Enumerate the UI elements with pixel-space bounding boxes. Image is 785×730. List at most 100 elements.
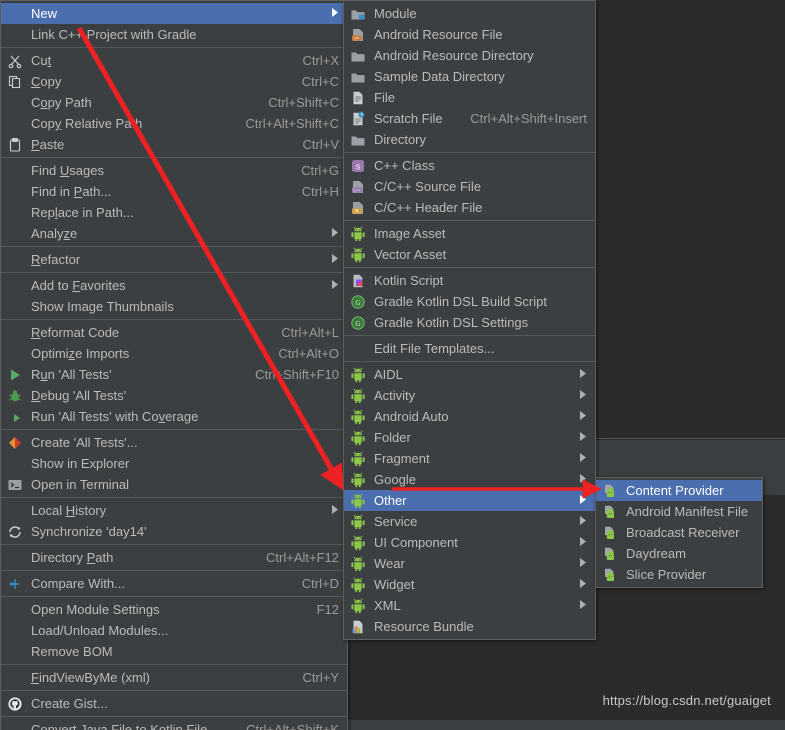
menu-separator [1, 497, 347, 498]
new-item-vector-asset[interactable]: Vector Asset [344, 244, 595, 265]
svg-text:G: G [355, 299, 360, 307]
other-item-slice-provider[interactable]: Slice Provider [596, 564, 762, 585]
menu-item-label: Android Auto [374, 409, 449, 424]
new-item-aidl[interactable]: AIDL [344, 364, 595, 385]
no-icon [5, 6, 25, 22]
new-item-file[interactable]: File [344, 87, 595, 108]
context-item-debug-all-tests[interactable]: Debug 'All Tests' [1, 385, 347, 406]
menu-item-label: Compare With... [31, 576, 125, 591]
context-item-link-c-project-with-gradle[interactable]: Link C++ Project with Gradle [1, 24, 347, 45]
menu-separator [1, 570, 347, 571]
context-item-show-image-thumbnails[interactable]: Show Image Thumbnails [1, 296, 347, 317]
menu-item-label: Local History [31, 503, 107, 518]
new-item-kotlin-script[interactable]: Kotlin Script [344, 270, 595, 291]
new-item-c-class[interactable]: S C++ Class [344, 155, 595, 176]
context-item-findviewbyme-xml[interactable]: FindViewByMe (xml) Ctrl+Y [1, 667, 347, 688]
new-item-activity[interactable]: Activity [344, 385, 595, 406]
context-item-copy[interactable]: Copy Ctrl+C [1, 71, 347, 92]
context-item-replace-in-path[interactable]: Replace in Path... [1, 202, 347, 223]
context-item-optimize-imports[interactable]: Optimize Imports Ctrl+Alt+O [1, 343, 347, 364]
context-item-reformat-code[interactable]: Reformat Code Ctrl+Alt+L [1, 322, 347, 343]
new-item-xml[interactable]: XML [344, 595, 595, 616]
no-icon [5, 602, 25, 618]
new-item-android-resource-file[interactable]: <> Android Resource File [344, 24, 595, 45]
context-item-show-in-explorer[interactable]: Show in Explorer [1, 453, 347, 474]
context-item-copy-relative-path[interactable]: Copy Relative Path Ctrl+Alt+Shift+C [1, 113, 347, 134]
run-icon [5, 367, 25, 383]
menu-item-label: Android Manifest File [626, 504, 749, 519]
new-item-wear[interactable]: Wear [344, 553, 595, 574]
context-item-load-unload-modules[interactable]: Load/Unload Modules... [1, 620, 347, 641]
other-item-android-manifest-file[interactable]: Android Manifest File [596, 501, 762, 522]
folder-icon [348, 69, 368, 85]
chevron-right-icon [329, 254, 339, 265]
context-item-open-module-settings[interactable]: Open Module Settings F12 [1, 599, 347, 620]
menu-item-label: Copy [31, 74, 62, 89]
new-item-widget[interactable]: Widget [344, 574, 595, 595]
chevron-right-icon [577, 453, 587, 464]
context-item-synchronize-day14[interactable]: Synchronize 'day14' [1, 521, 347, 542]
new-submenu[interactable]: Module <> Android Resource File Android Res… [343, 0, 596, 640]
new-item-resource-bundle[interactable]: Resource Bundle [344, 616, 595, 637]
context-item-paste[interactable]: Paste Ctrl+V [1, 134, 347, 155]
folder-icon [348, 132, 368, 148]
menu-item-label: Refactor [31, 252, 81, 267]
new-item-edit-file-templates[interactable]: Edit File Templates... [344, 338, 595, 359]
context-item-refactor[interactable]: Refactor [1, 249, 347, 270]
other-item-broadcast-receiver[interactable]: Broadcast Receiver [596, 522, 762, 543]
chevron-right-icon [577, 600, 587, 611]
context-item-find-in-path[interactable]: Find in Path... Ctrl+H [1, 181, 347, 202]
android-icon [348, 226, 368, 242]
new-item-sample-data-directory[interactable]: Sample Data Directory [344, 66, 595, 87]
context-item-directory-path[interactable]: Directory Path Ctrl+Alt+F12 [1, 547, 347, 568]
context-item-open-in-terminal[interactable]: Open in Terminal [1, 474, 347, 495]
context-item-remove-bom[interactable]: Remove BOM [1, 641, 347, 662]
menu-separator [1, 544, 347, 545]
context-item-cut[interactable]: Cut Ctrl+X [1, 50, 347, 71]
new-item-google[interactable]: Google [344, 469, 595, 490]
menu-item-label: Replace in Path... [31, 205, 134, 220]
new-item-gradle-kotlin-dsl-settings[interactable]: G Gradle Kotlin DSL Settings [344, 312, 595, 333]
other-item-daydream[interactable]: Daydream [596, 543, 762, 564]
new-item-folder[interactable]: Folder [344, 427, 595, 448]
new-item-ui-component[interactable]: UI Component [344, 532, 595, 553]
context-item-compare-with[interactable]: Compare With... Ctrl+D [1, 573, 347, 594]
new-item-other[interactable]: Other [344, 490, 595, 511]
context-item-new[interactable]: New [1, 3, 347, 24]
menu-item-label: Synchronize 'day14' [31, 524, 147, 539]
new-item-scratch-file[interactable]: Scratch File Ctrl+Alt+Shift+Insert [344, 108, 595, 129]
android-icon [348, 367, 368, 383]
svg-text:C++: C++ [353, 189, 361, 193]
new-item-android-resource-directory[interactable]: Android Resource Directory [344, 45, 595, 66]
context-item-local-history[interactable]: Local History [1, 500, 347, 521]
menu-separator [1, 664, 347, 665]
context-item-analyze[interactable]: Analyze [1, 223, 347, 244]
menu-item-label: Broadcast Receiver [626, 525, 740, 540]
new-item-android-auto[interactable]: Android Auto [344, 406, 595, 427]
context-item-copy-path[interactable]: Copy Path Ctrl+Shift+C [1, 92, 347, 113]
new-item-module[interactable]: Module [344, 3, 595, 24]
menu-item-accelerator: F12 [316, 602, 339, 617]
context-item-create-all-tests[interactable]: Create 'All Tests'... [1, 432, 347, 453]
context-item-create-gist[interactable]: Create Gist... [1, 693, 347, 714]
new-item-directory[interactable]: Directory [344, 129, 595, 150]
chevron-right-icon [577, 495, 587, 506]
github-icon [5, 696, 25, 712]
new-item-c-c-source-file[interactable]: C++ C/C++ Source File [344, 176, 595, 197]
new-item-image-asset[interactable]: Image Asset [344, 223, 595, 244]
project-context-menu[interactable]: New Link C++ Project with Gradle Cut Ctrl+X… [0, 0, 348, 730]
context-item-run-all-tests-with-coverage[interactable]: Run 'All Tests' with Coverage [1, 406, 347, 427]
chevron-right-icon [577, 516, 587, 527]
new-item-gradle-kotlin-dsl-build-script[interactable]: G Gradle Kotlin DSL Build Script [344, 291, 595, 312]
gradle-icon: G [348, 294, 368, 310]
menu-item-label: Fragment [374, 451, 430, 466]
context-item-convert-java-file-to-kotlin-file[interactable]: Convert Java File to Kotlin File Ctrl+Alt… [1, 719, 347, 730]
other-item-content-provider[interactable]: Content Provider [596, 480, 762, 501]
context-item-run-all-tests[interactable]: Run 'All Tests' Ctrl+Shift+F10 [1, 364, 347, 385]
new-item-service[interactable]: Service [344, 511, 595, 532]
context-item-find-usages[interactable]: Find Usages Ctrl+G [1, 160, 347, 181]
new-item-c-c-header-file[interactable]: H C/C++ Header File [344, 197, 595, 218]
new-item-fragment[interactable]: Fragment [344, 448, 595, 469]
context-item-add-to-favorites[interactable]: Add to Favorites [1, 275, 347, 296]
other-submenu[interactable]: Content Provider Android Manifest File Bro… [595, 477, 763, 588]
